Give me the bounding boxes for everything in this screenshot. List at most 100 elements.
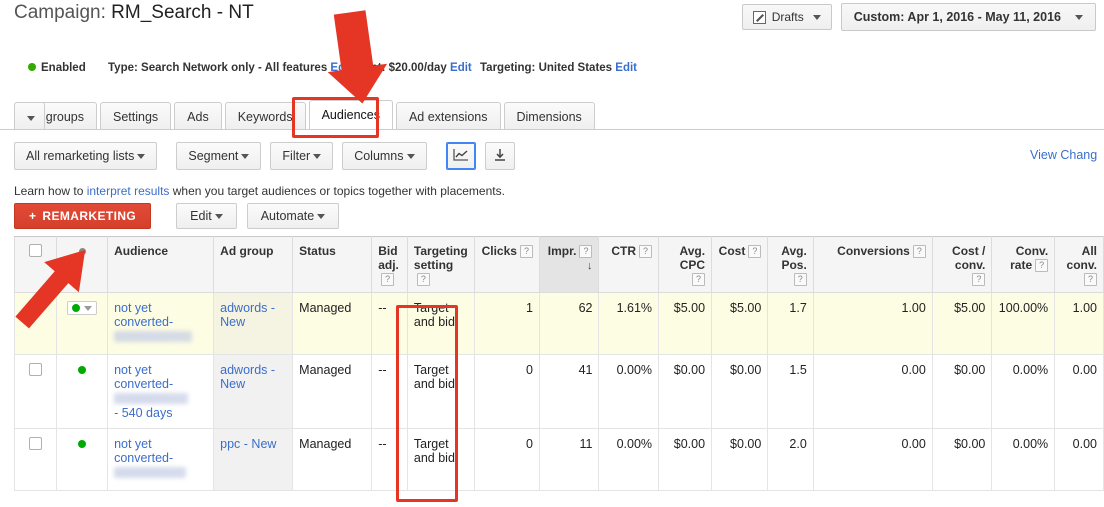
- th-ad-group[interactable]: Ad group: [213, 235, 294, 294]
- select-all-checkbox[interactable]: [29, 244, 43, 257]
- help-icon[interactable]: ?: [793, 273, 807, 287]
- ad-group-cell[interactable]: ppc - New: [213, 428, 294, 492]
- view-change-history-link[interactable]: View Chang: [1030, 148, 1097, 162]
- edit-button[interactable]: Edit: [176, 203, 237, 229]
- th-impressions[interactable]: Impr. ?↓: [538, 235, 600, 294]
- bid-adj-cell[interactable]: --: [371, 428, 408, 492]
- date-range-selector[interactable]: Custom: Apr 1, 2016 - May 11, 2016: [840, 3, 1096, 31]
- row-checkbox-cell[interactable]: [13, 292, 58, 356]
- th-avg-pos[interactable]: Avg. Pos.?: [767, 235, 814, 294]
- row-checkbox[interactable]: [29, 437, 43, 451]
- audience-cell[interactable]: not yet converted-: [107, 292, 215, 356]
- targeting-setting-cell[interactable]: Target and bid: [406, 354, 476, 430]
- tab-ad-extensions[interactable]: Ad extensions: [395, 102, 501, 130]
- drafts-button[interactable]: Drafts: [741, 4, 832, 30]
- th-ctr-label: CTR: [611, 244, 637, 258]
- avg-cpc-cell: $0.00: [658, 354, 713, 430]
- bid-adj-cell[interactable]: --: [371, 354, 408, 430]
- columns-button[interactable]: Columns: [342, 142, 427, 170]
- table-row[interactable]: not yet converted- ppc - New Managed -- …: [13, 428, 1104, 492]
- help-icon[interactable]: ?: [1035, 259, 1049, 273]
- help-icon[interactable]: ?: [416, 273, 430, 287]
- row-status-cell[interactable]: [56, 354, 109, 430]
- tab-ad-groups[interactable]: Ad groups: [14, 102, 97, 130]
- th-status[interactable]: Status: [292, 235, 373, 294]
- campaign-label: Campaign:: [14, 2, 106, 23]
- automate-button[interactable]: Automate: [246, 203, 340, 229]
- th-ctr[interactable]: CTR?: [598, 235, 660, 294]
- ad-group-link[interactable]: ppc - New: [220, 437, 276, 451]
- th-avg-cpc[interactable]: Avg. CPC?: [658, 235, 713, 294]
- targeting-label: Targeting:: [480, 62, 536, 74]
- tab-keywords[interactable]: Keywords: [224, 102, 306, 130]
- ad-group-cell[interactable]: adwords - New: [213, 292, 294, 356]
- conversions-cell: 0.00: [812, 428, 933, 492]
- tab-dimensions[interactable]: Dimensions: [503, 102, 595, 130]
- edit-targeting-link[interactable]: Edit: [615, 62, 637, 74]
- add-remarketing-button[interactable]: + REMARKETING: [14, 203, 152, 229]
- audience-cell[interactable]: not yet converted-: [107, 428, 215, 492]
- conversions-cell: 0.00: [812, 354, 933, 430]
- cost-conv-cell: $0.00: [931, 428, 993, 492]
- audience-suffix[interactable]: - 540 days: [114, 406, 172, 420]
- ad-group-link[interactable]: adwords - New: [220, 301, 275, 329]
- clicks-cell: 0: [474, 428, 540, 492]
- status-cell: Managed: [292, 428, 373, 492]
- audience-link[interactable]: not yet converted-: [114, 437, 173, 465]
- th-audience[interactable]: Audience: [107, 235, 215, 294]
- status-dropdown[interactable]: [67, 301, 98, 316]
- help-icon[interactable]: ?: [639, 245, 653, 259]
- help-icon[interactable]: ?: [381, 273, 395, 287]
- th-conv-rate[interactable]: Conv. rate?: [991, 235, 1056, 294]
- help-icon[interactable]: ?: [579, 245, 593, 259]
- tab-settings[interactable]: Settings: [99, 102, 172, 130]
- tab-audiences[interactable]: Audiences: [308, 100, 393, 130]
- page-title: Campaign: RM_Search - NT: [14, 2, 254, 24]
- th-select-all[interactable]: [13, 235, 58, 294]
- automate-label: Automate: [260, 209, 315, 223]
- th-conversions[interactable]: Conversions?: [812, 235, 933, 294]
- audience-cell[interactable]: not yet converted- - 540 days: [107, 354, 215, 430]
- table-row[interactable]: not yet converted- adwords - New Managed…: [13, 292, 1104, 356]
- budget-value: $20.00/day: [388, 62, 447, 74]
- row-checkbox[interactable]: [29, 301, 43, 315]
- ad-group-link[interactable]: adwords - New: [220, 363, 275, 391]
- help-icon[interactable]: ?: [1084, 273, 1097, 287]
- cost-cell: $0.00: [711, 354, 769, 430]
- filter-button[interactable]: Filter: [270, 142, 334, 170]
- segment-button[interactable]: Segment: [176, 142, 262, 170]
- ad-group-cell[interactable]: adwords - New: [213, 354, 294, 430]
- campaign-budget: Budget: $20.00/day Edit: [342, 62, 472, 74]
- bid-adj-cell[interactable]: --: [371, 292, 408, 356]
- help-icon[interactable]: ?: [519, 245, 533, 259]
- cost-cell: $0.00: [711, 428, 769, 492]
- download-button[interactable]: [484, 142, 515, 170]
- th-bid-adj[interactable]: Bid adj.?: [371, 235, 408, 294]
- edit-budget-link[interactable]: Edit: [450, 62, 472, 74]
- row-checkbox[interactable]: [29, 363, 43, 377]
- audience-link[interactable]: not yet converted-: [114, 363, 173, 391]
- targeting-setting-cell[interactable]: Target and bid: [406, 428, 476, 492]
- tab-ads[interactable]: Ads: [174, 102, 222, 130]
- help-icon[interactable]: ?: [692, 273, 706, 287]
- remarketing-list-selector[interactable]: All remarketing lists: [14, 142, 158, 170]
- th-conversions-label: Conversions: [837, 244, 910, 258]
- th-targeting-setting[interactable]: Targeting setting?: [406, 235, 476, 294]
- row-status-cell[interactable]: [56, 292, 109, 356]
- th-cost[interactable]: Cost?: [711, 235, 769, 294]
- row-checkbox-cell[interactable]: [13, 354, 58, 430]
- th-all-conv[interactable]: All conv.?: [1054, 235, 1104, 294]
- audience-link[interactable]: not yet converted-: [114, 301, 173, 329]
- help-icon[interactable]: ?: [748, 245, 762, 259]
- interpret-results-link[interactable]: interpret results: [87, 184, 170, 198]
- sort-desc-icon: ↓: [586, 260, 593, 273]
- th-clicks[interactable]: Clicks?: [474, 235, 540, 294]
- th-cost-conv[interactable]: Cost / conv.?: [931, 235, 993, 294]
- chart-toggle-button[interactable]: [445, 142, 476, 170]
- help-icon[interactable]: ?: [912, 245, 926, 259]
- targeting-setting-cell[interactable]: Target and bid: [406, 292, 476, 356]
- table-row[interactable]: not yet converted- - 540 days adwords - …: [13, 354, 1104, 430]
- help-icon[interactable]: ?: [972, 273, 986, 287]
- row-checkbox-cell[interactable]: [13, 428, 58, 492]
- row-status-cell[interactable]: [56, 428, 109, 492]
